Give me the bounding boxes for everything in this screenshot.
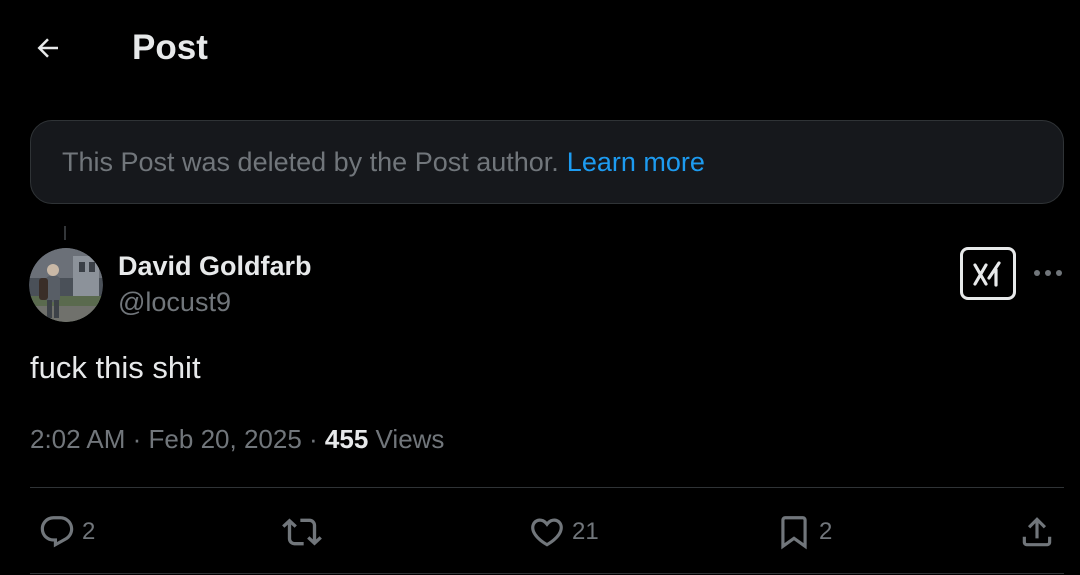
avatar[interactable] (29, 248, 103, 322)
back-button[interactable] (28, 28, 68, 68)
deleted-post-notice: This Post was deleted by the Post author… (30, 120, 1064, 204)
bookmark-button[interactable]: 2 (775, 510, 832, 554)
views-label: Views (375, 424, 445, 454)
post-text: fuck this shit (30, 350, 201, 385)
grok-button[interactable] (960, 247, 1016, 300)
thread-connector-line (64, 226, 66, 240)
like-button[interactable]: 21 (528, 510, 599, 554)
divider (30, 487, 1064, 488)
author-name[interactable]: David Goldfarb (118, 249, 312, 283)
repost-icon (282, 518, 322, 546)
repost-button[interactable] (282, 510, 328, 554)
bookmark-count: 2 (819, 518, 833, 545)
heart-icon (531, 518, 563, 547)
like-count: 21 (572, 518, 599, 545)
divider (30, 573, 1064, 574)
grok-icon (973, 260, 1001, 287)
share-icon (1022, 517, 1052, 547)
reply-icon (40, 516, 74, 548)
post-date[interactable]: Feb 20, 2025 (149, 424, 302, 454)
post-time[interactable]: 2:02 AM (30, 424, 125, 454)
reply-count: 2 (82, 518, 96, 545)
meta-separator: · (132, 424, 142, 454)
post-detail-page: Post This Post was deleted by the Post a… (0, 0, 1080, 575)
more-horizontal-icon (1034, 270, 1062, 276)
meta-separator: · (309, 424, 318, 454)
more-options-button[interactable] (1030, 258, 1066, 288)
author-handle[interactable]: @locust9 (118, 285, 231, 319)
page-title: Post (132, 28, 208, 67)
avatar-photo (29, 248, 103, 322)
post-meta: 2:02 AM · Feb 20, 2025 · 455 Views (30, 422, 444, 456)
share-button[interactable] (1018, 510, 1056, 554)
header: Post (0, 0, 1080, 98)
learn-more-link[interactable]: Learn more (567, 147, 705, 178)
bookmark-icon (781, 516, 807, 550)
arrow-left-icon (37, 38, 58, 58)
views-count: 455 (324, 424, 369, 454)
deleted-notice-text: This Post was deleted by the Post author… (62, 146, 559, 177)
reply-button[interactable]: 2 (38, 510, 95, 554)
